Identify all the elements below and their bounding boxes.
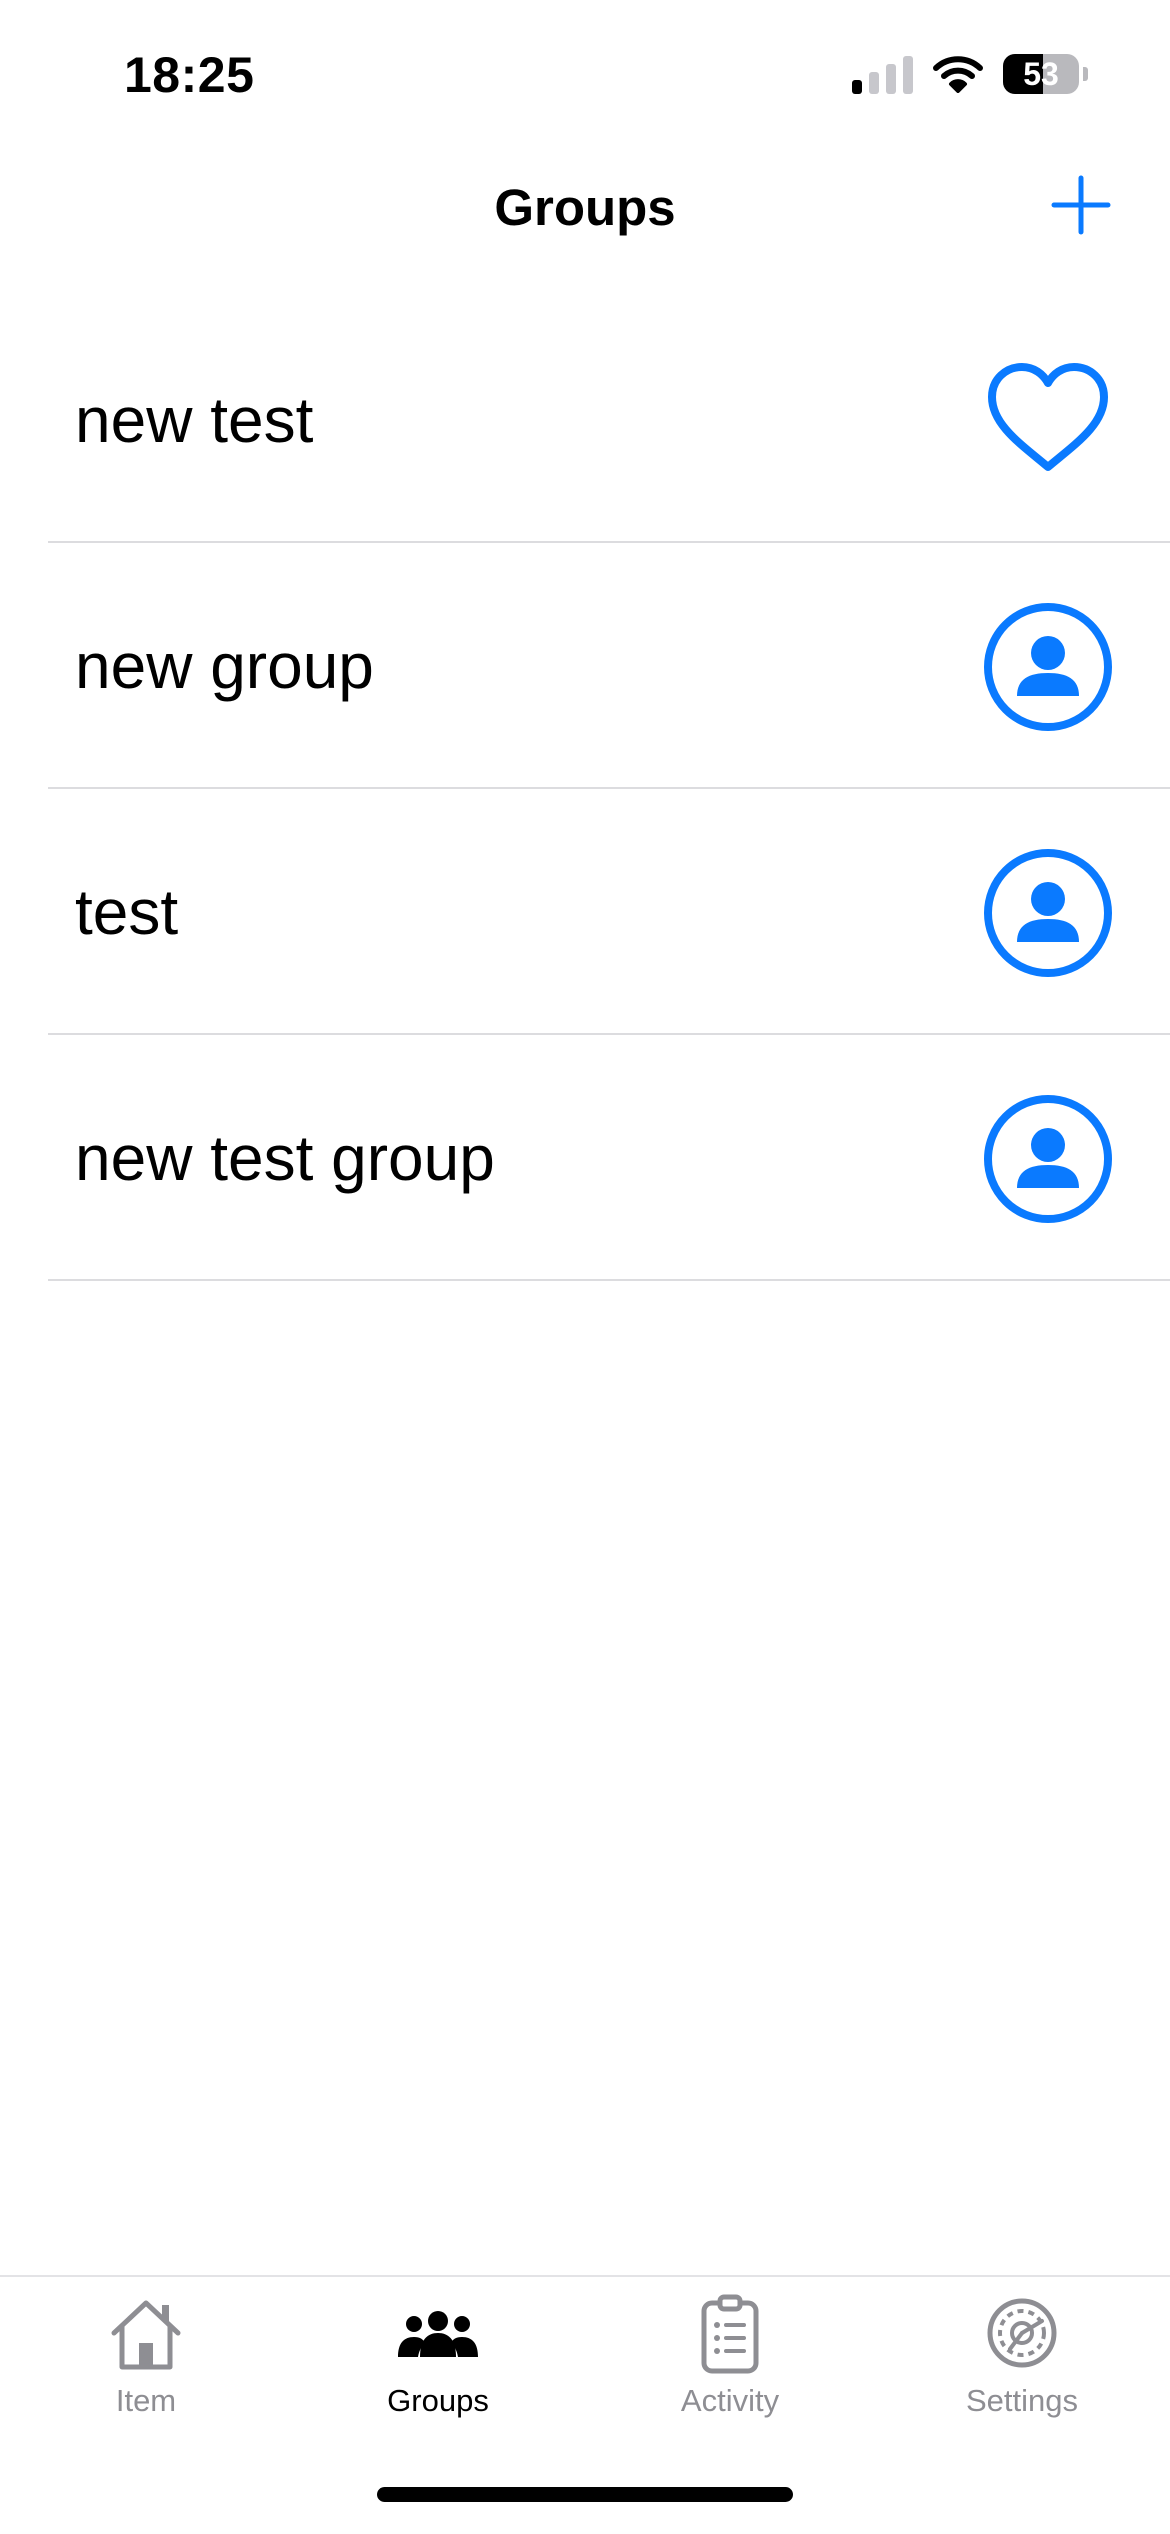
list-item[interactable]: new test	[0, 297, 1170, 543]
battery-icon: 53	[1003, 54, 1079, 94]
wifi-icon	[933, 56, 983, 93]
list-item[interactable]: new group	[0, 543, 1170, 789]
group-name: new group	[75, 630, 374, 702]
battery-tip	[1083, 67, 1088, 81]
tab-item[interactable]: Settings	[876, 2277, 1168, 2467]
tab-label: Activity	[680, 2383, 780, 2418]
tab-label: Settings	[965, 2383, 1078, 2418]
clipboard-list-icon	[701, 2294, 759, 2374]
person-circle-icon	[984, 849, 1112, 977]
person-circle-icon	[984, 1095, 1112, 1223]
tab-label: Item	[115, 2383, 177, 2418]
status-icons: 53	[852, 54, 1088, 94]
group-list: new test new group test new test group	[0, 297, 1170, 1281]
heart-icon	[988, 363, 1108, 471]
group-name: test	[75, 876, 179, 948]
status-time: 18:25	[124, 47, 255, 103]
navigation-bar: Groups	[0, 150, 1170, 265]
battery-level: 53	[1023, 56, 1059, 92]
person-circle-icon	[984, 603, 1112, 731]
gear-icon	[987, 2298, 1057, 2368]
tab-item[interactable]: Groups	[292, 2277, 584, 2467]
people-icon	[398, 2311, 478, 2357]
plus-icon	[1051, 175, 1111, 235]
list-item[interactable]: test	[0, 789, 1170, 1035]
page-title: Groups	[494, 179, 676, 236]
tab-item[interactable]: Item	[0, 2277, 292, 2467]
status-bar: 18:25 53	[0, 0, 1170, 150]
house-icon	[111, 2300, 181, 2370]
cellular-signal-icon	[852, 54, 913, 94]
group-name: new test group	[75, 1122, 495, 1194]
home-indicator	[377, 2487, 793, 2502]
group-name: new test	[75, 384, 314, 456]
tab-item[interactable]: Activity	[584, 2277, 876, 2467]
list-item[interactable]: new test group	[0, 1035, 1170, 1281]
tab-label: Groups	[387, 2383, 489, 2418]
add-group-button[interactable]	[1048, 172, 1114, 238]
